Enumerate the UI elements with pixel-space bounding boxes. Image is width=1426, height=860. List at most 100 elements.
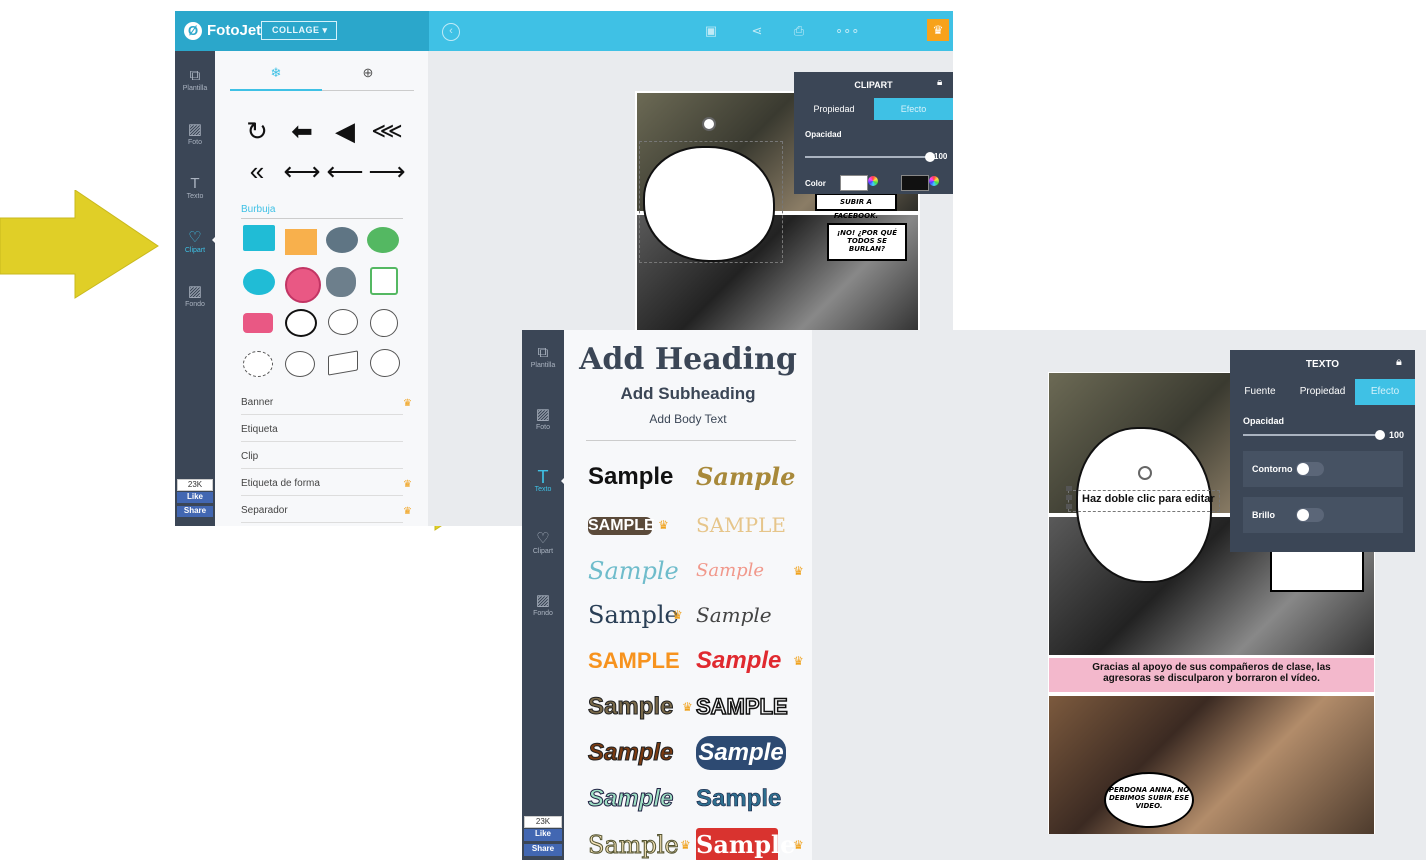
thought-outline-icon[interactable] bbox=[370, 309, 398, 337]
speech-bubble-gray-icon[interactable] bbox=[326, 227, 358, 253]
sample-style-4[interactable]: SAMPLE bbox=[696, 508, 806, 542]
circle-back-icon[interactable]: ◀ bbox=[325, 115, 365, 147]
premium-crown-icon: ♛ bbox=[672, 608, 683, 622]
nav-texto[interactable]: T Texto bbox=[522, 468, 564, 493]
caption-banner[interactable]: Gracias al apoyo de sus compañeros de cl… bbox=[1049, 658, 1374, 692]
photo-bottom[interactable] bbox=[1049, 696, 1374, 834]
sample-style-14[interactable]: Sample bbox=[696, 736, 786, 770]
cloud-outline-icon[interactable] bbox=[328, 309, 358, 335]
fb-like-button[interactable]: Like bbox=[177, 492, 213, 503]
sample-style-3[interactable]: SAMPLE bbox=[588, 517, 655, 535]
burst-bubble-icon[interactable] bbox=[243, 351, 273, 377]
globe-icon[interactable]: ⊕ bbox=[322, 65, 414, 81]
fotojet-logo-icon: Ø bbox=[184, 22, 202, 40]
rect-bubble-pink-icon[interactable] bbox=[243, 313, 273, 333]
comic-bubble-right[interactable]: ¡NO! ¿POR QUÉ TODOS SE BURLAN? bbox=[827, 223, 907, 261]
round-bubble-pink-icon[interactable] bbox=[285, 267, 321, 303]
list-item-banner[interactable]: Banner bbox=[241, 397, 403, 415]
rotate-handle-icon[interactable] bbox=[1138, 466, 1152, 480]
sample-style-18[interactable]: Sample bbox=[696, 828, 795, 860]
sample-style-9[interactable]: SAMPLE bbox=[588, 644, 698, 678]
comic-bubble-right[interactable] bbox=[1270, 550, 1364, 592]
banner-bubble-icon[interactable] bbox=[328, 350, 358, 376]
share-icon[interactable]: ⋖ bbox=[749, 23, 765, 39]
fill-color-swatch[interactable] bbox=[840, 175, 868, 191]
rotate-handle-icon[interactable] bbox=[702, 117, 716, 131]
thought-bubble-icon[interactable] bbox=[285, 351, 315, 377]
cloud-bubble-cyan-icon[interactable] bbox=[243, 269, 275, 295]
sample-style-15[interactable]: Sample bbox=[588, 782, 698, 816]
resize-handle-icon[interactable] bbox=[1066, 486, 1072, 512]
nav-clipart[interactable]: ♡ Clipart bbox=[175, 229, 215, 254]
list-item-clip[interactable]: Clip bbox=[241, 451, 403, 469]
sample-style-10[interactable]: Sample bbox=[696, 644, 806, 678]
sample-style-5[interactable]: Sample bbox=[588, 554, 698, 588]
nav-foto[interactable]: ▨ Foto bbox=[175, 121, 215, 146]
sample-style-12[interactable]: SAMPLE bbox=[695, 690, 806, 724]
print-icon[interactable]: ⎙ bbox=[791, 23, 807, 39]
tab-propiedad[interactable]: Propiedad bbox=[794, 98, 874, 120]
dotted-arrow-icon[interactable]: ⋘ bbox=[367, 115, 407, 147]
list-item-separador[interactable]: Separador bbox=[241, 505, 403, 523]
nav-plantilla[interactable]: ⧉ Plantilla bbox=[175, 67, 215, 92]
stroke-color-swatch[interactable] bbox=[901, 175, 929, 191]
premium-crown-icon: ♛ bbox=[682, 700, 693, 714]
speech-bubble-green-icon[interactable] bbox=[367, 227, 399, 253]
tab-fuente[interactable]: Fuente bbox=[1230, 379, 1290, 405]
tab-efecto[interactable]: Efecto bbox=[874, 98, 953, 120]
thin-left-arrow-icon[interactable]: ⟵ bbox=[325, 155, 365, 187]
nav-fondo[interactable]: ▨ Fondo bbox=[175, 283, 215, 308]
rotate-arrow-icon[interactable]: ↻ bbox=[237, 115, 277, 147]
tab-efecto[interactable]: Efecto bbox=[1355, 379, 1415, 405]
double-chevron-icon[interactable]: « bbox=[237, 155, 277, 187]
glow-toggle[interactable] bbox=[1296, 508, 1324, 522]
color-picker-icon[interactable] bbox=[868, 176, 878, 186]
nav-foto[interactable]: ▨ Foto bbox=[522, 406, 564, 431]
double-arrow-icon[interactable]: ⟷ bbox=[282, 155, 322, 187]
save-icon[interactable]: ▣ bbox=[703, 23, 719, 39]
nav-clipart[interactable]: ♡ Clipart bbox=[522, 530, 564, 555]
mode-dropdown[interactable]: COLLAGE ▾ bbox=[261, 21, 337, 40]
sample-style-2[interactable]: Sample bbox=[696, 460, 806, 494]
sample-style-16[interactable]: Sample bbox=[696, 782, 806, 816]
color-picker-icon[interactable] bbox=[929, 176, 939, 186]
edit-text-field[interactable]: Haz doble clic para editar bbox=[1082, 493, 1215, 505]
line-arrow-icon[interactable]: ⟶ bbox=[367, 155, 407, 187]
premium-crown-button[interactable]: ♛ bbox=[927, 19, 949, 41]
comic-bubble-top[interactable]: SUBIR A FACEBOOK. bbox=[815, 193, 897, 220]
nav-plantilla[interactable]: ⧉ Plantilla bbox=[522, 344, 564, 369]
nav-texto[interactable]: T Texto bbox=[175, 175, 215, 200]
left-arrow-icon[interactable]: ⬅ bbox=[282, 115, 322, 147]
wavy-bubble-gray-icon[interactable] bbox=[326, 267, 356, 297]
speech-bubble-orange-icon[interactable] bbox=[285, 229, 317, 255]
speech-bubble-cyan-icon[interactable] bbox=[243, 225, 275, 251]
more-icon[interactable]: ∘∘∘ bbox=[835, 23, 859, 39]
sample-style-1[interactable]: Sample bbox=[588, 460, 698, 494]
opacity-slider[interactable] bbox=[1243, 434, 1383, 436]
nav-fondo[interactable]: ▨ Fondo bbox=[522, 592, 564, 617]
outline-bubble-black-icon[interactable] bbox=[285, 309, 317, 337]
lock-icon[interactable]: 🔒︎ bbox=[1396, 356, 1402, 369]
outline-toggle[interactable] bbox=[1296, 462, 1324, 476]
fb-like-button[interactable]: Like bbox=[524, 829, 562, 841]
sample-style-8[interactable]: Sample bbox=[696, 598, 806, 632]
square-bubble-green-icon[interactable] bbox=[370, 267, 398, 295]
add-body-text[interactable]: Add Body Text bbox=[564, 412, 812, 426]
fb-share-button[interactable]: Share bbox=[524, 844, 562, 856]
opacity-knob[interactable] bbox=[1375, 430, 1385, 440]
sample-style-13[interactable]: Sample bbox=[588, 736, 698, 770]
opacity-slider[interactable] bbox=[805, 156, 931, 158]
fb-share-button[interactable]: Share bbox=[177, 506, 213, 517]
back-icon[interactable]: ‹ bbox=[442, 23, 460, 41]
add-subheading[interactable]: Add Subheading bbox=[564, 384, 812, 404]
list-item-etiqueta-forma[interactable]: Etiqueta de forma bbox=[241, 478, 403, 496]
oval-bubble-icon[interactable] bbox=[370, 349, 400, 377]
tab-propiedad[interactable]: Propiedad bbox=[1290, 379, 1355, 405]
opacity-label: Opacidad bbox=[805, 130, 842, 139]
add-heading[interactable]: Add Heading bbox=[564, 342, 812, 377]
sample-style-6[interactable]: Sample bbox=[696, 554, 806, 588]
lock-icon[interactable]: 🔒︎ bbox=[937, 77, 942, 88]
list-item-etiqueta[interactable]: Etiqueta bbox=[241, 424, 403, 442]
clipart-category-tab[interactable]: ❄ bbox=[230, 65, 322, 81]
comic-bubble-bottom[interactable]: PERDONA ANNA, NO DEBIMOS SUBIR ESE VIDEO… bbox=[1104, 772, 1194, 828]
